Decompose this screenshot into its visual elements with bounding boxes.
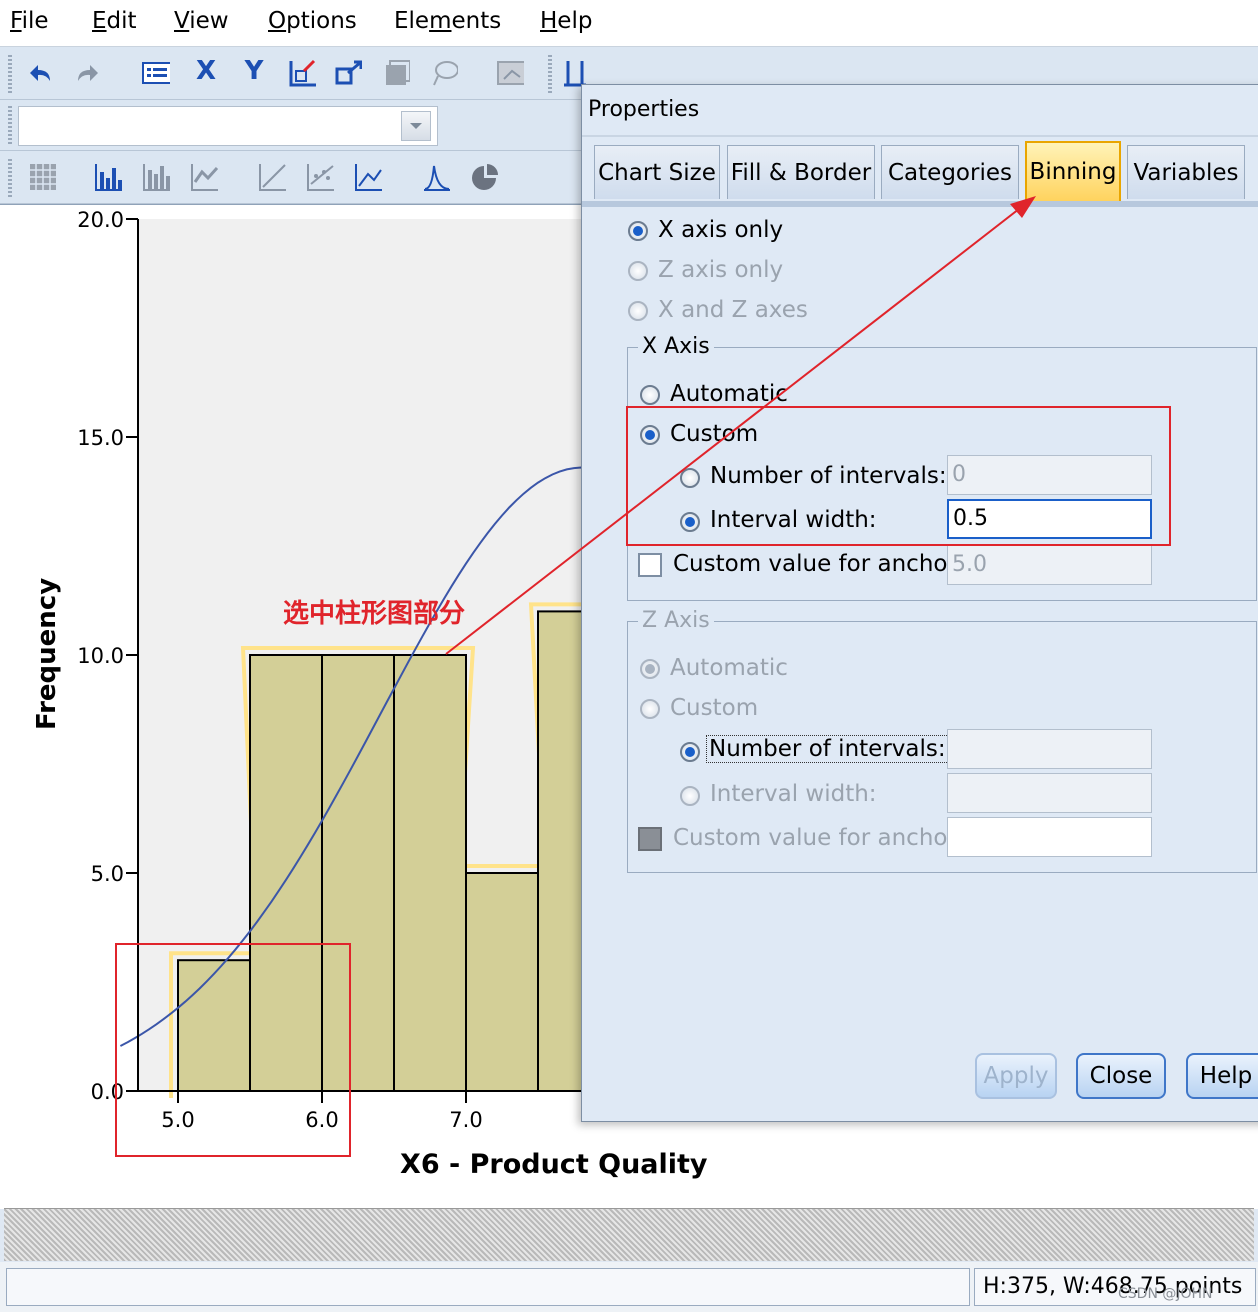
grid-icon[interactable] [28,163,56,191]
canvas-footer-pattern [4,1208,1254,1261]
label-z-custom: Custom [670,695,759,721]
lasso-icon[interactable] [430,59,458,87]
radio-x-number-of-intervals[interactable] [680,468,700,488]
z-axis-group-title: Z Axis [638,608,714,633]
x-interval-width-field[interactable]: 0.5 [947,499,1152,539]
y-axis-icon[interactable]: Y [240,56,268,86]
x-axis-icon[interactable]: X [192,56,220,86]
x-custom-anchor-field[interactable]: 5.0 [947,545,1152,585]
radio-z-axis-only[interactable] [628,261,648,281]
line-chart-icon[interactable] [190,163,218,191]
interpolation-icon[interactable] [354,163,382,191]
tab-variables[interactable]: Variables [1127,145,1245,199]
redo-icon[interactable] [74,59,102,87]
histogram-bar[interactable] [465,872,539,1092]
x-axis-group-title: X Axis [638,334,714,359]
3d-rotate-icon[interactable] [382,59,410,87]
fit-line-icon[interactable] [306,163,334,191]
toolbar-grip-3[interactable] [8,106,12,144]
radio-z-interval-width[interactable] [680,786,700,806]
scatter-icon[interactable] [258,163,286,191]
y-tick-label: 10.0 [77,644,124,668]
dialog-title: Properties [588,97,700,122]
status-bar: H:375, W:468.75 points CSDN @JOHN [0,1262,1258,1312]
menu-file[interactable]: File [10,8,49,34]
undo-icon[interactable] [26,59,54,87]
radio-z-automatic[interactable] [640,659,660,679]
bar-chart-icon[interactable] [94,163,122,191]
histogram-bar[interactable] [393,654,467,1092]
status-dimensions: H:375, W:468.75 points [974,1268,1256,1306]
label-z-custom-anchor: Custom value for anchor: [673,825,965,851]
menu-edit[interactable]: Edit [92,8,137,34]
element-combo[interactable] [18,106,438,146]
toolbar-grip-2[interactable] [548,55,552,93]
annotation-text: 选中柱形图部分 [283,599,466,629]
radio-z-custom[interactable] [640,699,660,719]
chevron-down-icon[interactable] [401,111,431,141]
y-tick-label: 0.0 [91,1080,124,1104]
label-x-custom: Custom [670,421,759,447]
properties-dialog: Properties Chart Size Fill & Border Cate… [581,84,1258,1122]
distribution-curve-icon[interactable] [422,163,450,191]
tab-chart-size[interactable]: Chart Size [594,145,720,199]
status-left-pane [6,1268,970,1306]
tab-fill-border[interactable]: Fill & Border [727,145,875,199]
x-number-of-intervals-field[interactable]: 0 [947,455,1152,495]
checkbox-x-custom-anchor[interactable] [638,553,662,577]
z-number-of-intervals-field[interactable] [947,729,1152,769]
y-tick-label: 20.0 [77,208,124,232]
label-z-number-of-intervals: Number of intervals: [706,735,949,763]
label-x-custom-anchor: Custom value for anchor: [673,551,965,577]
label-z-axis-only: Z axis only [658,257,784,283]
properties-icon[interactable] [142,59,170,87]
text-alignment-icon[interactable] [562,59,590,87]
radio-x-custom[interactable] [640,425,660,445]
radio-x-axis-only[interactable] [628,221,648,241]
z-interval-width-field[interactable] [947,773,1152,813]
x-tick-label: 6.0 [305,1108,338,1132]
menu-view[interactable]: View [174,8,229,34]
close-button[interactable]: Close [1076,1053,1166,1099]
toolbar-grip-4[interactable] [8,159,12,197]
x-tick-label: 5.0 [161,1108,194,1132]
label-x-interval-width: Interval width: [710,507,877,533]
label-x-automatic: Automatic [670,381,788,407]
explore-icon[interactable] [496,59,524,87]
histogram-bar[interactable] [177,959,251,1093]
label-x-and-z-axes: X and Z axes [658,297,808,323]
toolbar-grip[interactable] [8,55,12,93]
histogram-icon[interactable] [142,163,170,191]
menu-help[interactable]: Help [540,8,592,34]
radio-x-interval-width[interactable] [680,512,700,532]
x-axis-title: X6 - Product Quality [400,1149,708,1180]
tab-binning[interactable]: Binning [1025,141,1121,203]
rescale-axis-icon[interactable] [288,59,316,87]
tab-categories[interactable]: Categories [881,145,1019,199]
label-x-axis-only: X axis only [658,217,784,243]
zoom-icon[interactable] [334,59,362,87]
watermark: CSDN @JOHN [1118,1286,1213,1302]
x-tick-label: 7.0 [449,1108,482,1132]
label-z-interval-width: Interval width: [710,781,877,807]
radio-x-automatic[interactable] [640,385,660,405]
label-x-number-of-intervals: Number of intervals: [710,463,947,489]
radio-x-and-z-axes[interactable] [628,301,648,321]
label-z-automatic: Automatic [670,655,788,681]
menu-bar: File Edit View Options Elements Help [0,0,1258,47]
y-axis-title: Frequency [32,577,62,730]
histogram-bar[interactable] [321,654,395,1092]
menu-elements[interactable]: Elements [394,8,501,34]
help-button[interactable]: Help [1186,1053,1258,1099]
radio-z-number-of-intervals[interactable] [680,742,700,762]
histogram-bar[interactable] [249,654,323,1092]
pie-explode-icon[interactable] [470,163,498,191]
apply-button[interactable]: Apply [975,1053,1057,1099]
y-tick-label: 5.0 [91,862,124,886]
checkbox-z-custom-anchor[interactable] [638,827,662,851]
y-tick-label: 15.0 [77,426,124,450]
menu-options[interactable]: Options [268,8,357,34]
z-custom-anchor-field[interactable] [947,817,1152,857]
